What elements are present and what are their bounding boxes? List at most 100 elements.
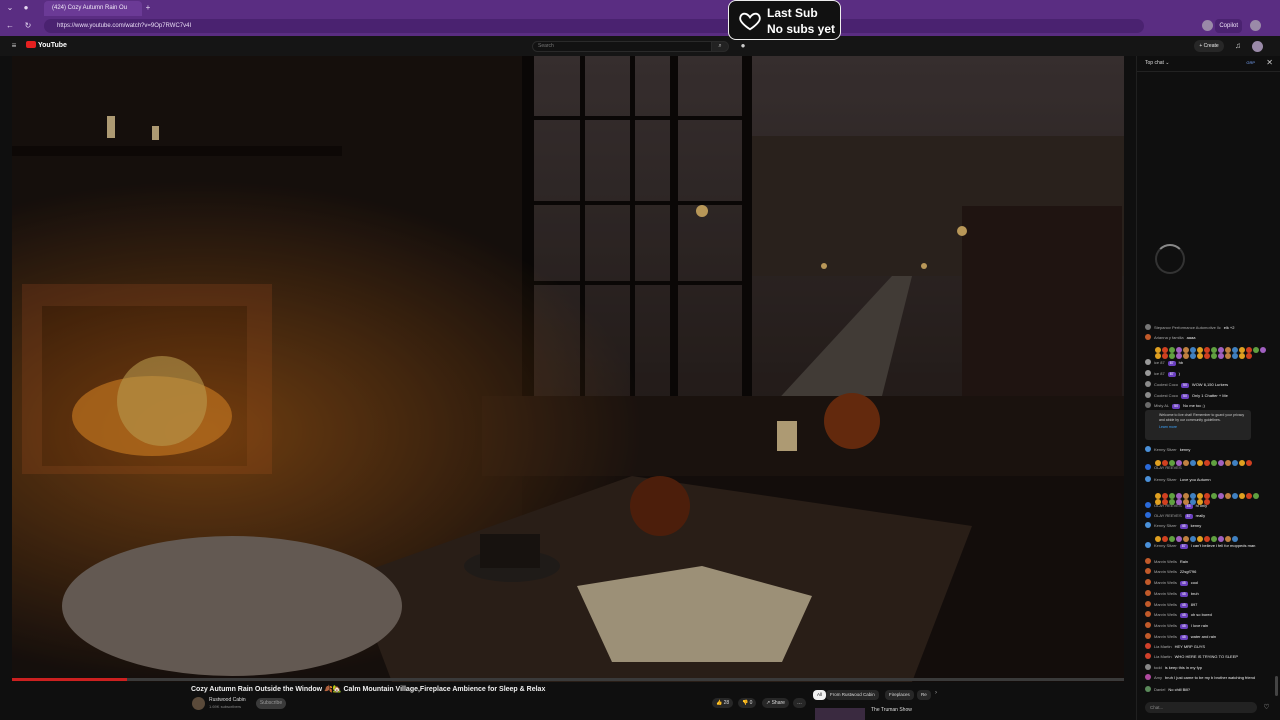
chat-avatar[interactable] xyxy=(1145,464,1151,470)
new-tab-icon[interactable]: + xyxy=(142,2,154,14)
chat-avatar[interactable] xyxy=(1145,674,1151,680)
chat-author[interactable]: Kenny Sltzer xyxy=(1154,477,1177,482)
youtube-logo[interactable]: YouTube xyxy=(26,41,67,51)
chat-avatar[interactable] xyxy=(1145,686,1151,692)
youtube-logo-text: YouTube xyxy=(38,42,67,49)
chat-input[interactable]: Chat... xyxy=(1145,702,1257,713)
heart-icon xyxy=(739,12,761,31)
chat-avatar[interactable] xyxy=(1145,653,1151,659)
chat-author[interactable]: Kenny Sltzer xyxy=(1154,523,1177,528)
chat-text: kenny xyxy=(1179,447,1191,452)
profile-avatar[interactable] xyxy=(1202,20,1213,31)
emoji-icon xyxy=(1232,353,1238,359)
share-button[interactable]: ↗ Share xyxy=(762,698,789,708)
like-button[interactable]: 👍 28 xyxy=(712,698,734,708)
heart-reaction-icon[interactable]: ♡ xyxy=(1261,702,1272,713)
emoji-icon xyxy=(1162,536,1168,542)
thumbs-up-icon: 👍 xyxy=(716,700,724,706)
notifications-icon[interactable]: ♫ xyxy=(1232,40,1244,52)
channel-avatar[interactable] xyxy=(192,697,205,710)
chat-author[interactable]: Coolest Coco xyxy=(1154,393,1178,398)
chat-author[interactable]: Marvin Wells xyxy=(1154,623,1177,628)
menu-icon[interactable]: ≡ xyxy=(8,40,20,52)
chevron-down-icon[interactable]: ⌄ xyxy=(4,2,16,14)
tab-youtube-video[interactable]: (424) Cozy Autumn Rain Ou xyxy=(44,1,142,16)
chat-author[interactable]: Lia Martin xyxy=(1154,654,1172,659)
learn-more-link[interactable]: Learn more xyxy=(1159,425,1247,430)
chat-avatar[interactable] xyxy=(1145,590,1151,596)
chat-author[interactable]: Kenny Sltzer xyxy=(1154,447,1177,452)
chat-author[interactable]: todd xyxy=(1154,665,1162,670)
chat-author[interactable]: Stepanov Performance Automotive llc xyxy=(1154,325,1221,330)
chat-author[interactable]: Marvin Wells xyxy=(1154,559,1177,564)
video-player[interactable] xyxy=(12,56,1124,682)
emoji-icon xyxy=(1211,353,1217,359)
chat-avatar[interactable] xyxy=(1145,324,1151,330)
chat-author[interactable]: Kenny Sltzer xyxy=(1154,543,1177,548)
emoji-icon xyxy=(1176,353,1182,359)
chat-avatar[interactable] xyxy=(1145,502,1151,508)
chat-avatar[interactable] xyxy=(1145,512,1151,518)
chat-avatar[interactable] xyxy=(1145,568,1151,574)
refresh-icon[interactable]: ↻ xyxy=(22,20,34,32)
chat-avatar[interactable] xyxy=(1145,402,1151,408)
chat-avatar[interactable] xyxy=(1145,359,1151,365)
recommended-thumbnail[interactable] xyxy=(815,708,865,720)
copilot-button[interactable]: Copilot xyxy=(1215,19,1242,33)
subscribe-button[interactable]: Subscribe xyxy=(256,698,286,709)
chat-avatar[interactable] xyxy=(1145,370,1151,376)
chat-author[interactable]: Marvin Wells xyxy=(1154,634,1177,639)
chat-message: Marvin Wells 22sgf796 xyxy=(1145,568,1269,574)
more-actions-button[interactable]: … xyxy=(793,698,806,708)
search-button[interactable]: ⌕ xyxy=(711,41,729,52)
chat-avatar[interactable] xyxy=(1145,558,1151,564)
chat-author[interactable]: Daniel xyxy=(1154,687,1165,692)
top-chat-dropdown[interactable]: Top chat ⌄ xyxy=(1145,60,1170,66)
account-avatar[interactable] xyxy=(1252,41,1263,52)
chip-more[interactable]: Re xyxy=(917,690,931,700)
chat-avatar[interactable] xyxy=(1145,579,1151,585)
chat-avatar[interactable] xyxy=(1145,643,1151,649)
dislike-button[interactable]: 👎 0 xyxy=(738,698,757,708)
chat-author[interactable]: OLAY REEVES xyxy=(1154,513,1182,518)
create-button[interactable]: + Create xyxy=(1194,40,1224,52)
chat-author[interactable]: Lia Martin xyxy=(1154,644,1172,649)
chat-avatar[interactable] xyxy=(1145,633,1151,639)
chat-grp-button[interactable]: GRP xyxy=(1246,60,1255,65)
chat-avatar[interactable] xyxy=(1145,476,1151,482)
chat-avatar[interactable] xyxy=(1145,611,1151,617)
chat-author[interactable]: ice 87 xyxy=(1154,371,1165,376)
chat-avatar[interactable] xyxy=(1145,664,1151,670)
chat-author[interactable]: Marvin Wells xyxy=(1154,602,1177,607)
chat-avatar[interactable] xyxy=(1145,381,1151,387)
search-input[interactable]: Search xyxy=(532,41,712,52)
chat-author[interactable]: ice 87 xyxy=(1154,360,1165,365)
chat-avatar[interactable] xyxy=(1145,522,1151,528)
chat-author[interactable]: Coolest Coco xyxy=(1154,382,1178,387)
channel-name[interactable]: Rustwood Cabin xyxy=(209,697,246,703)
chat-author[interactable]: Amy xyxy=(1154,675,1162,680)
chat-avatar[interactable] xyxy=(1145,334,1151,340)
chat-avatar[interactable] xyxy=(1145,446,1151,452)
chat-author[interactable]: Marvin Wells xyxy=(1154,580,1177,585)
chip-fireplaces[interactable]: Fireplaces xyxy=(885,690,914,700)
chat-scrollbar[interactable] xyxy=(1275,676,1278,696)
close-icon[interactable]: ✕ xyxy=(1266,58,1273,67)
chat-author[interactable]: Misty AL xyxy=(1154,403,1169,408)
chat-avatar[interactable] xyxy=(1145,622,1151,628)
recommended-title[interactable]: The Truman Show xyxy=(871,707,912,713)
chat-author[interactable]: Marvin Wells xyxy=(1154,569,1177,574)
microphone-icon[interactable]: ● xyxy=(737,40,749,52)
profile-avatar-2[interactable] xyxy=(1250,20,1261,31)
chip-from-channel[interactable]: From Rustwood Cabin xyxy=(826,690,879,700)
chat-avatar[interactable] xyxy=(1145,392,1151,398)
chat-author[interactable]: Marvin Wells xyxy=(1154,591,1177,596)
chip-all[interactable]: All xyxy=(813,690,827,700)
url-field[interactable]: https://www.youtube.com/watch?v=9Op7RWC7… xyxy=(44,19,1144,33)
chevron-right-icon[interactable]: › xyxy=(935,690,937,696)
chat-avatar[interactable] xyxy=(1145,601,1151,607)
back-icon[interactable]: ← xyxy=(4,20,16,32)
chat-avatar[interactable] xyxy=(1145,542,1151,548)
emoji-icon xyxy=(1190,499,1196,505)
chat-author[interactable]: Marvin Wells xyxy=(1154,612,1177,617)
